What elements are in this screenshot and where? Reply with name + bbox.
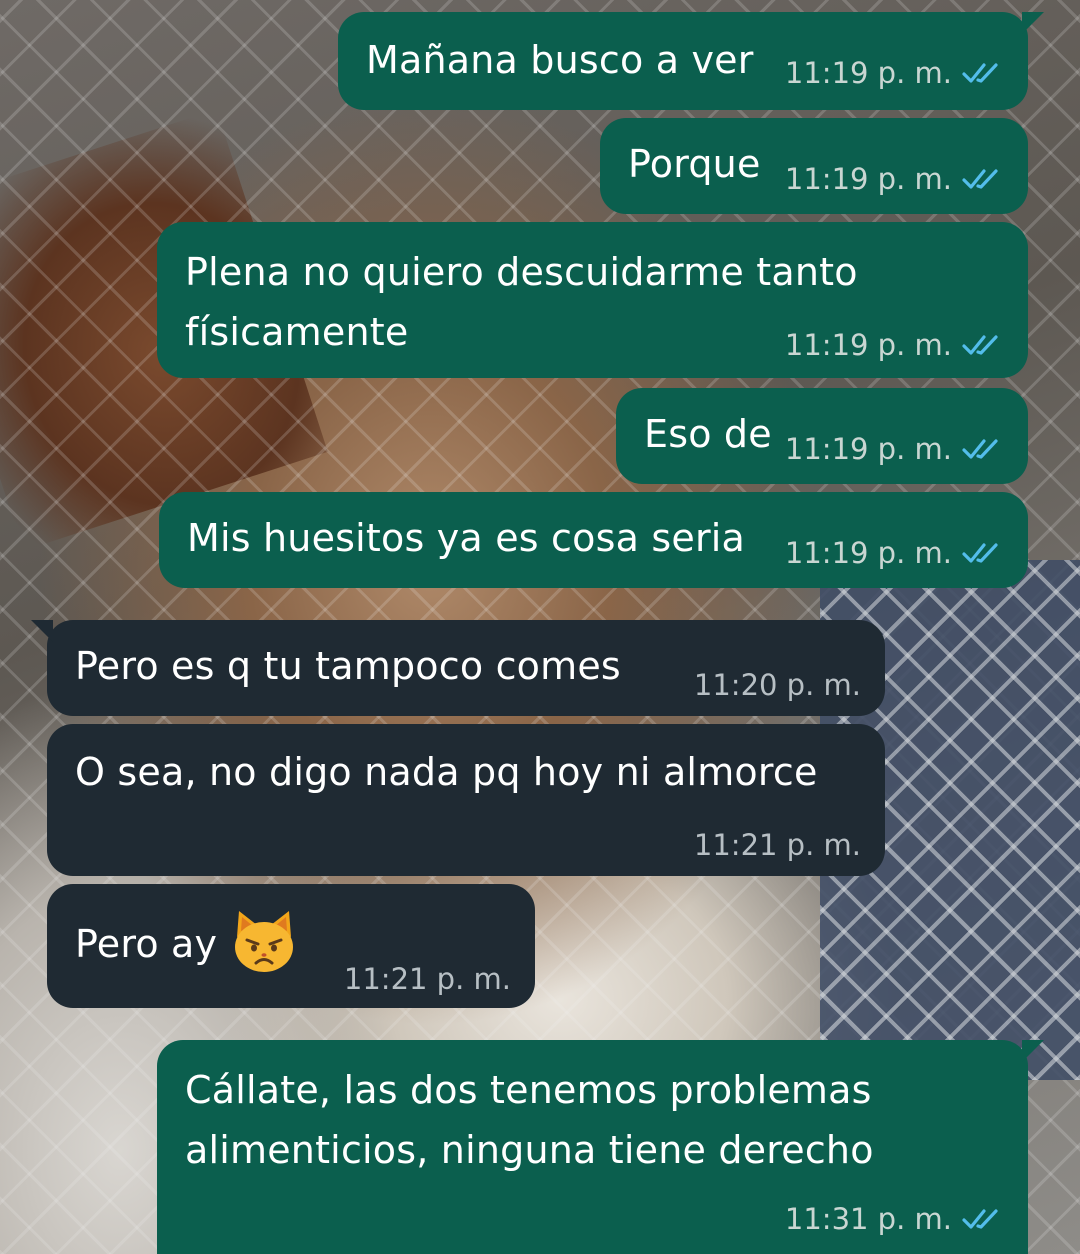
message-time: 11:20 p. m. xyxy=(693,668,861,702)
message-time: 11:31 p. m. xyxy=(784,1202,952,1236)
message-meta: 11:19 p. m. xyxy=(785,536,1002,570)
message-time: 11:19 p. m. xyxy=(784,328,952,362)
message-time: 11:21 p. m. xyxy=(343,962,511,996)
message-meta: 11:20 p. m. xyxy=(694,668,861,702)
bubble-tail xyxy=(1022,1040,1044,1062)
pouting-cat-face-icon xyxy=(235,910,294,972)
message-meta: 11:19 p. m. xyxy=(785,328,1002,362)
message-time: 11:19 p. m. xyxy=(784,432,952,466)
message-text: Eso de xyxy=(644,412,772,456)
read-receipt-icon xyxy=(962,543,998,563)
message-text: Pero es q tu tampoco comes xyxy=(75,644,621,688)
message-meta: 11:21 p. m. xyxy=(344,962,511,996)
message-meta: 11:31 p. m. xyxy=(785,1202,1002,1236)
read-receipt-icon xyxy=(962,335,998,355)
message-bubble-outgoing[interactable]: Mañana busco a ver 11:19 p. m. xyxy=(338,12,1044,110)
message-meta: 11:21 p. m. xyxy=(694,828,861,862)
read-receipt-icon xyxy=(962,63,998,83)
bubble-tail xyxy=(1022,12,1044,34)
message-text: Pero ay xyxy=(75,910,299,977)
message-time: 11:19 p. m. xyxy=(784,536,952,570)
message-bubble-incoming[interactable]: Pero ay 11:21 p. m. xyxy=(47,884,535,1008)
message-bubble-outgoing[interactable]: Cállate, las dos tenemos problemas alime… xyxy=(157,1040,1044,1254)
message-bubble-outgoing[interactable]: Porque 11:19 p. m. xyxy=(600,118,1028,214)
message-bubble-outgoing[interactable]: Mis huesitos ya es cosa seria 11:19 p. m… xyxy=(159,492,1028,588)
message-time: 11:19 p. m. xyxy=(784,162,952,196)
message-bubble-outgoing[interactable]: Eso de 11:19 p. m. xyxy=(616,388,1028,484)
message-text: Mañana busco a ver xyxy=(366,38,754,82)
message-meta: 11:19 p. m. xyxy=(785,162,1002,196)
message-text: Porque xyxy=(628,142,761,186)
message-meta: 11:19 p. m. xyxy=(785,56,1002,90)
message-bubble-incoming[interactable]: Pero es q tu tampoco comes 11:20 p. m. xyxy=(31,620,885,716)
message-time: 11:21 p. m. xyxy=(693,828,861,862)
message-text: Plena no quiero descuidarme tanto física… xyxy=(185,250,858,354)
message-bubble-outgoing[interactable]: Plena no quiero descuidarme tanto física… xyxy=(157,222,1028,378)
message-meta: 11:19 p. m. xyxy=(785,432,1002,466)
read-receipt-icon xyxy=(962,439,998,459)
message-text: Mis huesitos ya es cosa seria xyxy=(187,516,746,560)
message-text: O sea, no digo nada pq hoy ni almorce xyxy=(75,750,818,794)
bubble-tail xyxy=(31,620,53,642)
read-receipt-icon xyxy=(962,1209,998,1229)
message-bubble-incoming[interactable]: O sea, no digo nada pq hoy ni almorce 11… xyxy=(47,724,885,876)
message-text: Cállate, las dos tenemos problemas alime… xyxy=(185,1068,874,1172)
message-time: 11:19 p. m. xyxy=(784,56,952,90)
read-receipt-icon xyxy=(962,169,998,189)
message-list: Mañana busco a ver 11:19 p. m. Porque 11… xyxy=(0,0,1080,1254)
